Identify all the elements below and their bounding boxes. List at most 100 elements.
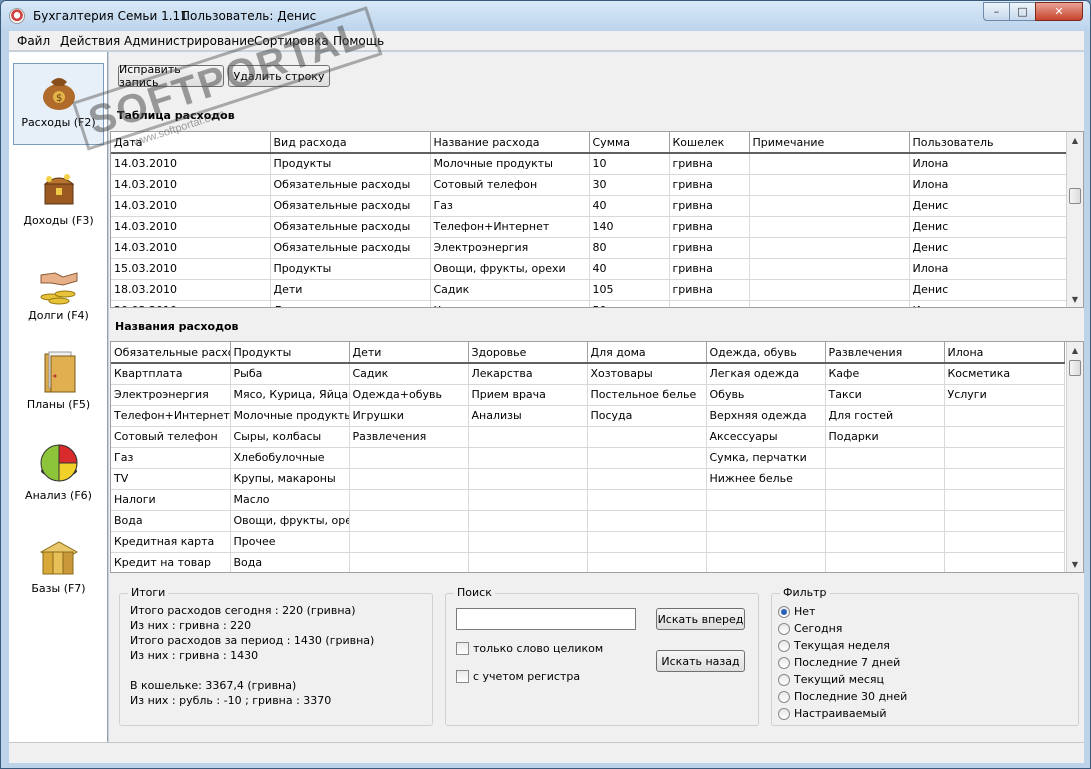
- table-cell[interactable]: [944, 405, 1065, 427]
- expense-names-table[interactable]: Обязательные расходыПродуктыДетиЗдоровье…: [110, 341, 1084, 573]
- column-header[interactable]: Пользователь: [909, 132, 1069, 154]
- table-cell[interactable]: Нижнее белье: [706, 468, 826, 490]
- filter-radio-current-month[interactable]: [778, 674, 790, 686]
- scroll-up-icon[interactable]: ▲: [1067, 132, 1083, 148]
- table-row[interactable]: 18.03.2010 Дети Садик 105 гривна Денис: [111, 279, 1069, 301]
- table-cell[interactable]: гривна: [669, 153, 750, 175]
- table-cell[interactable]: Обязательные расходы: [270, 237, 431, 259]
- table-cell[interactable]: [749, 258, 910, 280]
- table-cell[interactable]: Кафе: [825, 363, 945, 385]
- table-cell[interactable]: [349, 489, 469, 511]
- table-cell[interactable]: Продукты: [270, 258, 431, 280]
- table-cell[interactable]: [468, 447, 588, 469]
- whole-word-checkbox[interactable]: [456, 642, 469, 655]
- table-cell[interactable]: Лекарства: [468, 363, 588, 385]
- table-cell[interactable]: Электроэнергия: [111, 384, 231, 406]
- table-cell[interactable]: [587, 510, 707, 532]
- column-header[interactable]: Продукты: [230, 342, 350, 364]
- table-cell[interactable]: 10: [589, 153, 670, 175]
- filter-radio-custom[interactable]: [778, 708, 790, 720]
- table-cell[interactable]: гривна: [669, 237, 750, 259]
- table-cell[interactable]: [944, 447, 1065, 469]
- column-header[interactable]: Илона: [944, 342, 1065, 364]
- table-cell[interactable]: [706, 489, 826, 511]
- table-cell[interactable]: Илона: [909, 300, 1069, 307]
- table-cell[interactable]: Хозтовары: [587, 363, 707, 385]
- table-cell[interactable]: Такси: [825, 384, 945, 406]
- table-cell[interactable]: [825, 510, 945, 532]
- scroll-down-icon[interactable]: ▼: [1067, 291, 1083, 307]
- menu-actions[interactable]: Действия: [60, 34, 120, 48]
- table-cell[interactable]: [706, 510, 826, 532]
- table-cell[interactable]: Косметика: [944, 363, 1065, 385]
- filter-radio-today[interactable]: [778, 623, 790, 635]
- table-cell[interactable]: [749, 237, 910, 259]
- table-row[interactable]: Сотовый телефон Сыры, колбасы Развлечения А…: [111, 426, 1065, 448]
- table-row[interactable]: 14.03.2010 Обязательные расходы Сотовый те…: [111, 174, 1069, 196]
- table-row[interactable]: ВодаОвощи, фрукты, орехи: [111, 510, 1065, 532]
- table-cell[interactable]: Крупы, макароны: [230, 468, 350, 490]
- close-button[interactable]: ✕: [1035, 2, 1083, 21]
- table-cell[interactable]: Кредит на товар: [111, 552, 231, 572]
- table-cell[interactable]: Сумка, перчатки: [706, 447, 826, 469]
- table-cell[interactable]: Вода: [230, 552, 350, 572]
- menu-help[interactable]: Помощь: [333, 34, 384, 48]
- table-cell[interactable]: Овощи, фрукты, орехи: [430, 258, 590, 280]
- table-cell[interactable]: 14.03.2010: [111, 216, 271, 238]
- column-header[interactable]: Название расхода: [430, 132, 590, 154]
- table-cell[interactable]: Развлечения: [349, 426, 469, 448]
- table-cell[interactable]: 40: [589, 195, 670, 217]
- match-case-checkbox[interactable]: [456, 670, 469, 683]
- table-row[interactable]: 14.03.2010 Обязательные расходы Электроэне…: [111, 237, 1069, 259]
- search-backward-button[interactable]: Искать назад: [656, 650, 745, 672]
- table-cell[interactable]: [468, 468, 588, 490]
- table-cell[interactable]: Верхняя одежда: [706, 405, 826, 427]
- table-cell[interactable]: [944, 426, 1065, 448]
- scroll-up-icon[interactable]: ▲: [1067, 342, 1083, 358]
- table-cell[interactable]: [468, 510, 588, 532]
- table-row[interactable]: Электроэнергия Мясо, Курица, Яйца Одежда+о…: [111, 384, 1065, 406]
- table-cell[interactable]: [749, 216, 910, 238]
- table-cell[interactable]: Игрушки: [349, 405, 469, 427]
- table-cell[interactable]: Денис: [909, 237, 1069, 259]
- table-cell[interactable]: гривна: [669, 279, 750, 301]
- table-cell[interactable]: Денис: [909, 216, 1069, 238]
- column-header[interactable]: Обязательные расходы: [111, 342, 231, 364]
- table-cell[interactable]: [825, 447, 945, 469]
- table-cell[interactable]: [944, 531, 1065, 553]
- table-cell[interactable]: Анализы: [468, 405, 588, 427]
- table-cell[interactable]: Для гостей: [825, 405, 945, 427]
- table-cell[interactable]: Овощи, фрукты, орехи: [230, 510, 350, 532]
- table-cell[interactable]: Илона: [909, 153, 1069, 175]
- table-cell[interactable]: [587, 447, 707, 469]
- table-cell[interactable]: Сотовый телефон: [430, 174, 590, 196]
- table-cell[interactable]: Обязательные расходы: [270, 216, 431, 238]
- sidebar-item-income[interactable]: Доходы (F3): [13, 162, 104, 234]
- table-cell[interactable]: гривна: [669, 216, 750, 238]
- table-cell[interactable]: [349, 468, 469, 490]
- table-cell[interactable]: 20.03.2010: [111, 300, 271, 307]
- table-cell[interactable]: 14.03.2010: [111, 195, 271, 217]
- table-cell[interactable]: [349, 510, 469, 532]
- table-cell[interactable]: [468, 531, 588, 553]
- menu-administration[interactable]: Администрирование: [124, 34, 254, 48]
- table-cell[interactable]: Рыба: [230, 363, 350, 385]
- table-row[interactable]: 14.03.2010 Обязательные расходы Телефон+Ин…: [111, 216, 1069, 238]
- table-cell[interactable]: Вода: [111, 510, 231, 532]
- table-cell[interactable]: гривна: [669, 195, 750, 217]
- menu-file[interactable]: Файл: [17, 34, 50, 48]
- column-header[interactable]: Сумма: [589, 132, 670, 154]
- table-cell[interactable]: [587, 531, 707, 553]
- table-cell[interactable]: 30: [589, 174, 670, 196]
- delete-row-button[interactable]: Удалить строку: [228, 65, 330, 87]
- table-cell[interactable]: [706, 531, 826, 553]
- filter-radio-last-30-days[interactable]: [778, 691, 790, 703]
- sidebar-item-databases[interactable]: Базы (F7): [13, 530, 104, 605]
- table-cell[interactable]: [349, 447, 469, 469]
- table-cell[interactable]: [587, 489, 707, 511]
- table-cell[interactable]: Дети: [270, 279, 431, 301]
- table-cell[interactable]: [349, 531, 469, 553]
- table-cell[interactable]: Телефон+Интернет: [111, 405, 231, 427]
- table-cell[interactable]: 140: [589, 216, 670, 238]
- filter-radio-none[interactable]: [778, 606, 790, 618]
